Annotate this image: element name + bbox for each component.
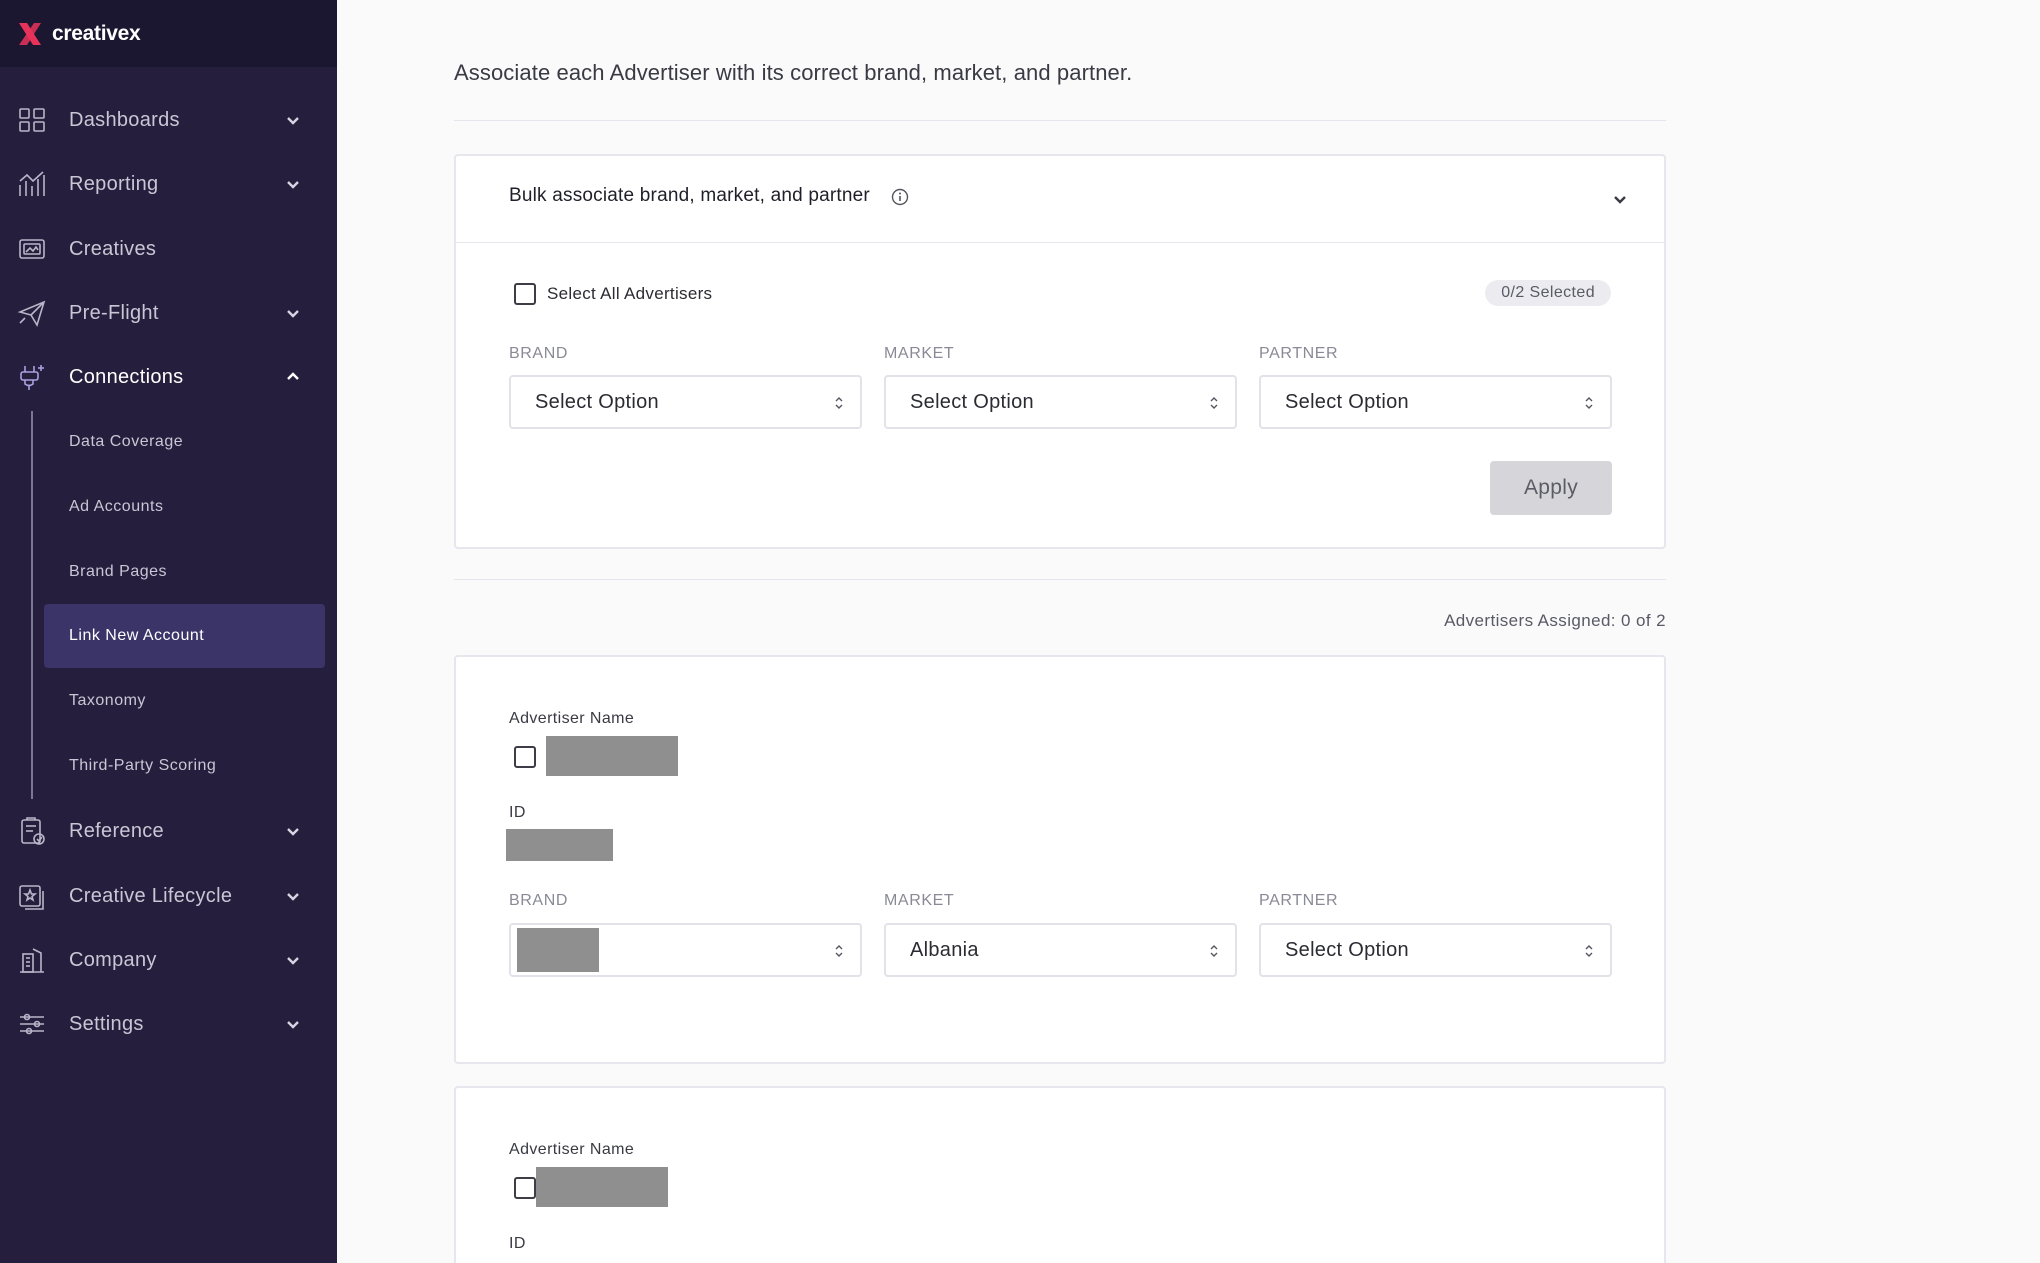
sidebar-item-label: Creative Lifecycle xyxy=(69,884,233,907)
sidebar-item-label: Settings xyxy=(69,1012,144,1035)
redacted-advertiser-id xyxy=(506,829,613,861)
creativex-logo-icon xyxy=(19,22,41,45)
clipboard-check-icon xyxy=(17,816,47,846)
sidebar-item-label: Company xyxy=(69,948,157,971)
sidebar-subitem-ad-accounts[interactable]: Ad Accounts xyxy=(44,475,325,539)
advertiser-market-select[interactable]: Albania xyxy=(884,923,1237,977)
divider xyxy=(454,120,1666,121)
market-label: MARKET xyxy=(884,892,955,909)
building-icon xyxy=(17,945,47,975)
chevron-down-icon xyxy=(284,887,302,905)
bulk-associate-title: Bulk associate brand, market, and partne… xyxy=(509,185,870,206)
select-value: Albania xyxy=(910,938,979,961)
select-arrows-icon xyxy=(1585,397,1593,409)
bulk-market-select[interactable]: Select Option xyxy=(884,375,1237,429)
apply-button[interactable]: Apply xyxy=(1490,461,1612,515)
dashboard-grid-icon xyxy=(17,105,47,135)
advertiser-card: Advertiser Name ID BRAND MARKET PARTNER … xyxy=(454,655,1666,1064)
bulk-brand-select[interactable]: Select Option xyxy=(509,375,862,429)
select-arrows-icon xyxy=(1585,945,1593,957)
sidebar-subitem-data-coverage[interactable]: Data Coverage xyxy=(44,410,325,474)
advertiser-name-label: Advertiser Name xyxy=(509,1141,635,1158)
chevron-down-icon xyxy=(284,175,302,193)
sidebar: creativex Dashboards Reporting Creatives… xyxy=(0,0,337,1263)
sidebar-item-creative-lifecycle[interactable]: Creative Lifecycle xyxy=(0,868,337,924)
creatives-icon xyxy=(17,234,47,264)
bulk-associate-header[interactable]: Bulk associate brand, market, and partne… xyxy=(456,156,1664,243)
sidebar-item-creatives[interactable]: Creatives xyxy=(0,221,337,277)
sidebar-item-label: Creatives xyxy=(69,237,157,260)
advertiser-partner-select[interactable]: Select Option xyxy=(1259,923,1612,977)
market-label: MARKET xyxy=(884,345,955,362)
bulk-partner-select[interactable]: Select Option xyxy=(1259,375,1612,429)
brand-label: BRAND xyxy=(509,892,569,909)
redacted-advertiser-name xyxy=(546,736,678,776)
sliders-icon xyxy=(17,1009,47,1039)
divider xyxy=(454,579,1666,580)
select-arrows-icon xyxy=(1210,397,1218,409)
sidebar-subitem-brand-pages[interactable]: Brand Pages xyxy=(44,540,325,604)
select-arrows-icon xyxy=(1210,945,1218,957)
logo-text: creativex xyxy=(52,21,141,45)
logo[interactable]: creativex xyxy=(0,0,337,67)
chevron-down-icon xyxy=(284,1015,302,1033)
sidebar-subitem-link-new-account[interactable]: Link New Account xyxy=(44,604,325,668)
chevron-down-icon[interactable] xyxy=(1611,190,1629,208)
sidebar-item-label: Dashboards xyxy=(69,108,180,131)
select-value: Select Option xyxy=(535,390,659,413)
partner-label: PARTNER xyxy=(1259,345,1339,362)
select-arrows-icon xyxy=(835,945,843,957)
sidebar-subitem-third-party-scoring[interactable]: Third-Party Scoring xyxy=(44,734,325,798)
redacted-advertiser-name xyxy=(536,1167,668,1207)
id-label: ID xyxy=(509,1235,526,1252)
sidebar-item-settings[interactable]: Settings xyxy=(0,996,337,1052)
lifecycle-icon xyxy=(17,881,47,911)
sidebar-subitem-taxonomy[interactable]: Taxonomy xyxy=(44,669,325,733)
select-value: Select Option xyxy=(1285,938,1409,961)
submenu-guide-line xyxy=(31,411,33,799)
sidebar-item-label: Connections xyxy=(69,365,184,388)
bar-chart-icon xyxy=(17,169,47,199)
redacted-brand-value xyxy=(517,928,599,972)
advertisers-assigned-count: Advertisers Assigned: 0 of 2 xyxy=(1444,611,1666,630)
advertiser-name-label: Advertiser Name xyxy=(509,710,635,727)
bulk-associate-card: Bulk associate brand, market, and partne… xyxy=(454,154,1666,549)
advertiser-card: Advertiser Name ID xyxy=(454,1086,1666,1263)
chevron-down-icon xyxy=(284,951,302,969)
main-content: Associate each Advertiser with its corre… xyxy=(337,0,2040,1263)
select-all-checkbox[interactable] xyxy=(514,283,536,305)
id-label: ID xyxy=(509,804,526,821)
paper-plane-icon xyxy=(17,298,47,328)
chevron-down-icon xyxy=(284,822,302,840)
partner-label: PARTNER xyxy=(1259,892,1339,909)
chevron-up-icon xyxy=(284,368,302,386)
sidebar-item-dashboards[interactable]: Dashboards xyxy=(0,92,337,148)
advertiser-checkbox[interactable] xyxy=(514,1177,536,1199)
select-arrows-icon xyxy=(835,397,843,409)
sidebar-item-label: Reporting xyxy=(69,172,159,195)
sidebar-item-connections[interactable]: Connections xyxy=(0,349,337,405)
plug-icon xyxy=(17,362,47,392)
select-value: Select Option xyxy=(1285,390,1409,413)
select-all-label: Select All Advertisers xyxy=(547,284,713,303)
info-icon[interactable] xyxy=(891,188,909,206)
advertiser-checkbox[interactable] xyxy=(514,746,536,768)
sidebar-item-reporting[interactable]: Reporting xyxy=(0,156,337,212)
sidebar-item-pre-flight[interactable]: Pre-Flight xyxy=(0,285,337,341)
sidebar-item-label: Pre-Flight xyxy=(69,301,159,324)
brand-label: BRAND xyxy=(509,345,569,362)
select-value: Select Option xyxy=(910,390,1034,413)
chevron-down-icon xyxy=(284,304,302,322)
sidebar-item-company[interactable]: Company xyxy=(0,932,337,988)
selected-count-badge: 0/2 Selected xyxy=(1485,280,1611,306)
chevron-down-icon xyxy=(284,111,302,129)
page-intro: Associate each Advertiser with its corre… xyxy=(454,60,1133,85)
advertiser-brand-select[interactable] xyxy=(509,923,862,977)
sidebar-item-reference[interactable]: Reference xyxy=(0,803,337,859)
sidebar-item-label: Reference xyxy=(69,819,164,842)
